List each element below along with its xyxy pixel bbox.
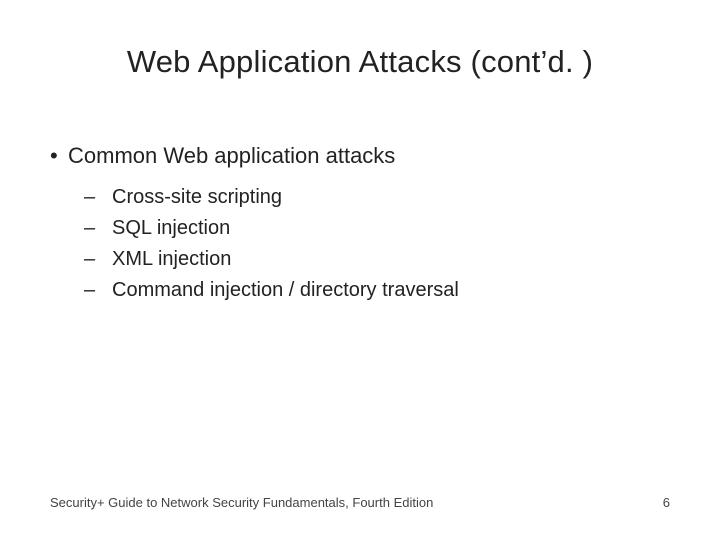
sub-bullet-marker: – (84, 182, 112, 213)
footer-page-number: 6 (663, 495, 670, 510)
sub-bullet-marker: – (84, 275, 112, 306)
bullet-marker: • (50, 142, 68, 170)
sub-bullet-item: – Command injection / directory traversa… (84, 275, 670, 306)
slide: Web Application Attacks (cont’d. ) • Com… (0, 0, 720, 540)
sub-bullet-text: Cross-site scripting (112, 182, 670, 213)
sub-bullet-text: Command injection / directory traversal (112, 275, 670, 306)
footer-source: Security+ Guide to Network Security Fund… (50, 495, 433, 510)
sub-bullet-list: – Cross-site scripting – SQL injection –… (84, 182, 670, 306)
slide-body: • Common Web application attacks – Cross… (50, 142, 670, 306)
sub-bullet-item: – XML injection (84, 244, 670, 275)
bullet-text: Common Web application attacks (68, 142, 670, 170)
slide-title: Web Application Attacks (cont’d. ) (0, 44, 720, 80)
sub-bullet-item: – SQL injection (84, 213, 670, 244)
bullet-item: • Common Web application attacks (50, 142, 670, 170)
sub-bullet-marker: – (84, 244, 112, 275)
sub-bullet-text: XML injection (112, 244, 670, 275)
sub-bullet-marker: – (84, 213, 112, 244)
sub-bullet-text: SQL injection (112, 213, 670, 244)
sub-bullet-item: – Cross-site scripting (84, 182, 670, 213)
